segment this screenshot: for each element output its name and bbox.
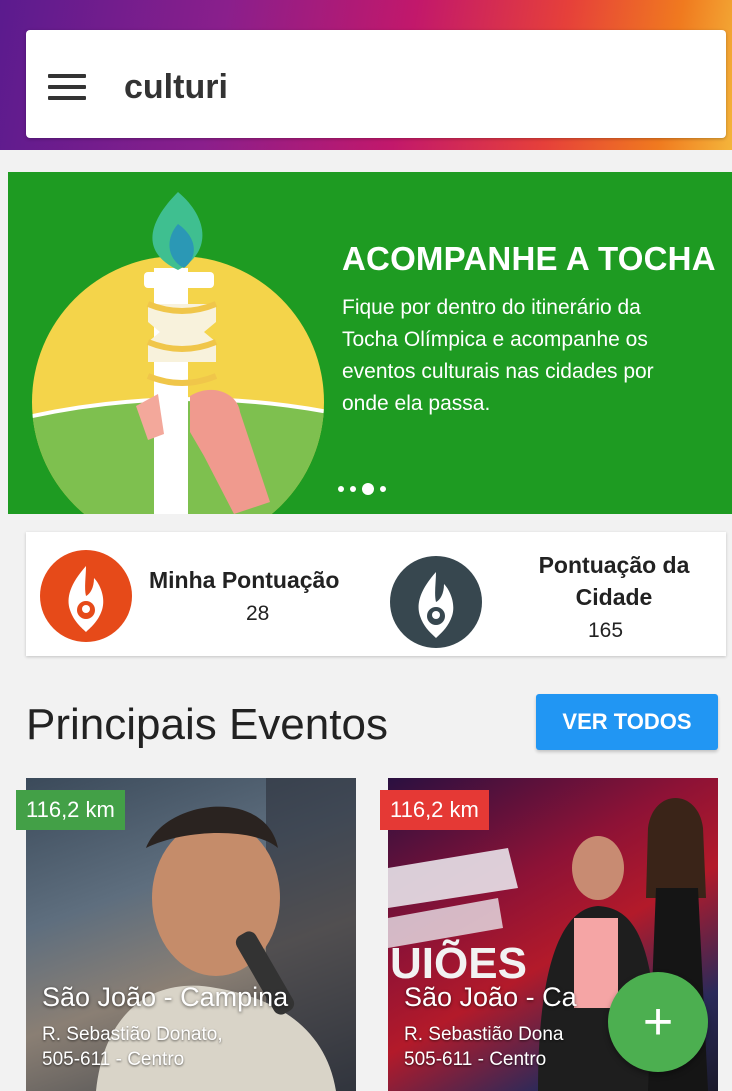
banner-title: ACOMPANHE A TOCHA [342,240,716,277]
distance-badge: 116,2 km [16,790,125,830]
flame-pin-icon [390,556,482,648]
distance-badge: 116,2 km [380,790,489,830]
event-address-line1: R. Sebastião Dona [404,1024,564,1045]
menu-icon[interactable] [48,74,86,100]
my-score-value: 28 [246,602,270,625]
section-title: Principais Eventos [26,700,388,749]
event-title: São João - Ca [404,982,577,1012]
carousel-indicator[interactable] [338,480,392,496]
my-score-label: Minha Pontuação [149,567,340,593]
city-score-label: Pontuação da Cidade [538,552,690,610]
add-button[interactable]: + [608,972,708,1072]
event-photo-lettering: UIÕES [390,938,527,988]
see-all-button[interactable]: VER TODOS [536,694,718,750]
event-address-line2: 505-611 - Centro [404,1049,547,1070]
carousel-dot[interactable] [380,485,386,492]
city-score-value: 165 [588,619,624,642]
carousel-dot[interactable] [338,485,344,492]
plus-icon: + [642,993,674,1051]
carousel-dot[interactable] [350,485,356,492]
event-address-line2: 505-611 - Centro [42,1049,185,1070]
flame-pin-icon [40,550,132,642]
event-address: R. Sebastião Donato, 505-611 - Centro [42,1022,223,1072]
event-title: São João - Campina [42,982,289,1012]
event-address: R. Sebastião Dona 505-611 - Centro [404,1022,564,1072]
event-address-line1: R. Sebastião Donato, [42,1024,223,1045]
carousel-dot-active[interactable] [362,482,374,495]
banner-description: Fique por dentro do itinerário da Tocha … [342,296,654,415]
header-spacer [0,150,732,170]
app-title: culturi [124,68,228,106]
